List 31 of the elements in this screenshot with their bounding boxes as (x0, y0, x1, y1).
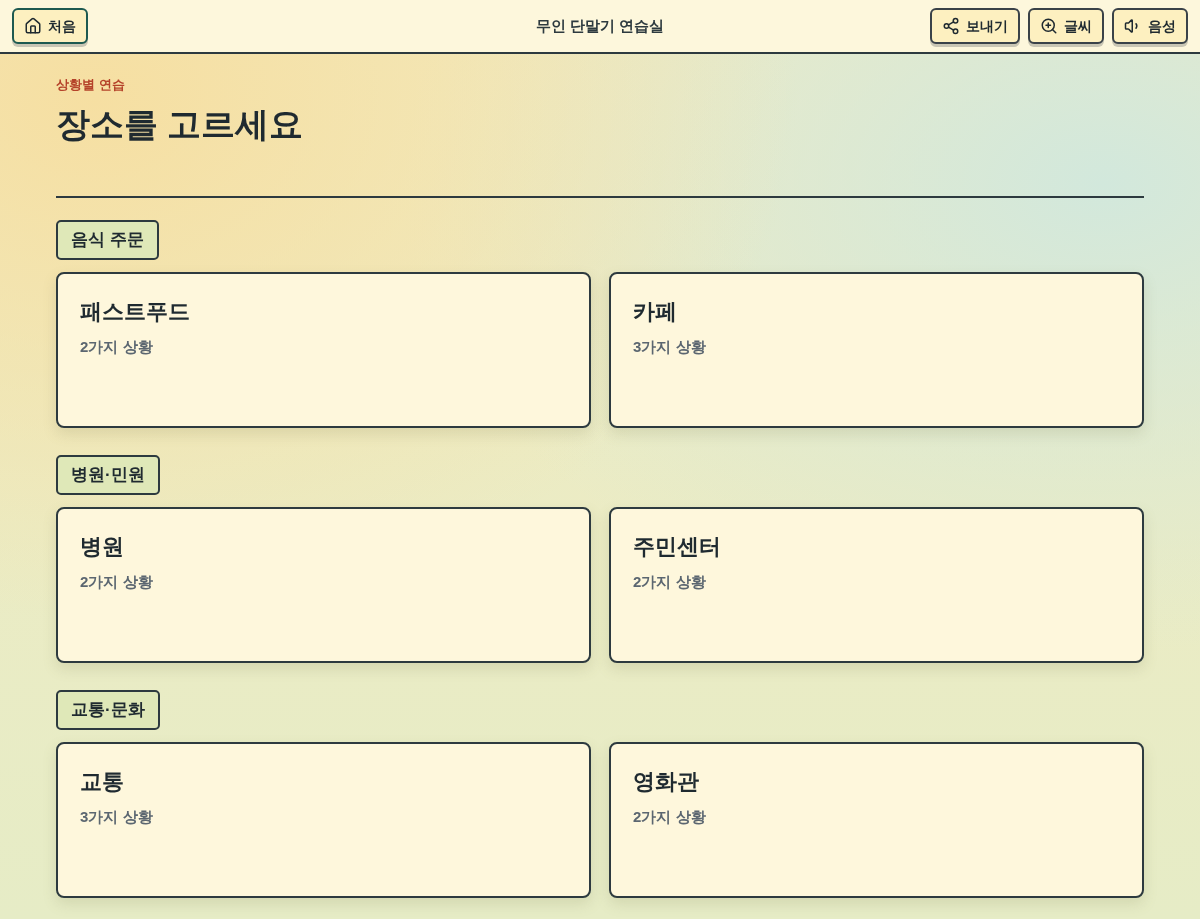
place-card[interactable]: 주민센터 2가지 상황 (609, 507, 1144, 663)
scenario-count: 3가지 상황 (80, 807, 153, 827)
scenario-count: 3가지 상황 (633, 337, 706, 357)
scenario-count: 2가지 상황 (80, 572, 153, 592)
header-action-button[interactable]: 글씨 (1028, 8, 1104, 44)
place-card[interactable]: 카페 3가지 상황 (609, 272, 1144, 428)
place-name: 주민센터 (633, 533, 721, 561)
eyebrow-label: 상황별 연습 (56, 76, 126, 94)
place-card[interactable]: 패스트푸드 2가지 상황 (56, 272, 591, 428)
home-icon (24, 17, 42, 35)
scenario-count: 2가지 상황 (633, 572, 706, 592)
header-action-button[interactable]: 보내기 (930, 8, 1020, 44)
header-action-button[interactable]: 음성 (1112, 8, 1188, 44)
section-tag: 병원·민원 (56, 455, 160, 495)
zoom-in-icon (1040, 17, 1058, 35)
section-tag: 교통·문화 (56, 690, 160, 730)
share-icon (942, 17, 960, 35)
scenario-count: 2가지 상황 (633, 807, 706, 827)
place-card[interactable]: 병원 2가지 상황 (56, 507, 591, 663)
place-card[interactable]: 교통 3가지 상황 (56, 742, 591, 898)
home-button[interactable]: 처음 (12, 8, 88, 44)
place-name: 교통 (80, 768, 124, 796)
scenario-count: 2가지 상황 (80, 337, 153, 357)
place-name: 패스트푸드 (80, 298, 190, 326)
page-heading: 장소를 고르세요 (56, 104, 305, 145)
place-name: 병원 (80, 533, 124, 561)
place-card[interactable]: 영화관 2가지 상황 (609, 742, 1144, 898)
place-name: 카페 (633, 298, 677, 326)
section-tag: 음식 주문 (56, 220, 159, 260)
app-title: 무인 단말기 연습실 (535, 15, 665, 36)
place-name: 영화관 (633, 768, 699, 796)
